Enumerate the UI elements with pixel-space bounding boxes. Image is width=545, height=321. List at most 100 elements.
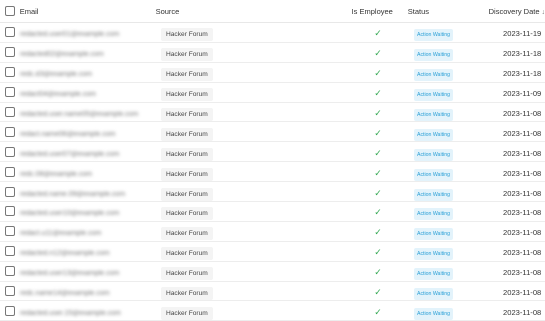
discovery-date-value: 2023-11-08 [486, 109, 541, 118]
column-header-is-employee[interactable]: Is Employee [343, 7, 402, 16]
table-row[interactable]: redc.08@example.comHacker Forum✓Action W… [0, 162, 545, 182]
status-badge[interactable]: Action Waiting [414, 129, 453, 141]
checkmark-icon: ✓ [374, 168, 382, 178]
column-header-discovery-date[interactable]: Discovery Date↓ [479, 7, 545, 16]
table-row[interactable]: redacted.user10@example.comHacker Forum✓… [0, 202, 545, 222]
source-tag: Hacker Forum [161, 247, 213, 260]
status-cell: Action Waiting [408, 202, 486, 220]
status-badge[interactable]: Action Waiting [414, 248, 453, 260]
source-cell: Hacker Forum [158, 202, 348, 220]
email-cell: redacted.user.15@example.com [20, 302, 158, 320]
date-cell: 2023-11-08 [486, 123, 545, 141]
status-badge[interactable]: Action Waiting [414, 149, 453, 161]
date-cell: 2023-11-08 [486, 143, 545, 161]
email-cell: redacted.user.name05@example.com [20, 103, 158, 121]
table-row[interactable]: redact.u11@example.comHacker Forum✓Actio… [0, 222, 545, 242]
checkmark-icon: ✓ [374, 227, 382, 237]
table-row[interactable]: redc.name14@example.comHacker Forum✓Acti… [0, 282, 545, 302]
discovery-date-value: 2023-11-08 [486, 288, 541, 297]
row-checkbox[interactable] [5, 87, 15, 97]
table-row[interactable]: redacted.user.name05@example.comHacker F… [0, 103, 545, 123]
status-cell: Action Waiting [408, 83, 486, 101]
row-checkbox[interactable] [5, 187, 15, 197]
status-cell: Action Waiting [408, 282, 486, 300]
date-cell: 2023-11-19 [486, 23, 545, 41]
email-cell: redc.name14@example.com [20, 282, 158, 300]
date-cell: 2023-11-18 [486, 43, 545, 61]
source-cell: Hacker Forum [158, 282, 348, 300]
row-checkbox[interactable] [5, 246, 15, 256]
arrow-down-icon[interactable]: ↓ [542, 9, 545, 16]
source-tag: Hacker Forum [161, 88, 213, 101]
status-badge[interactable]: Action Waiting [414, 288, 453, 300]
column-header-email[interactable]: Email [20, 7, 156, 16]
row-checkbox[interactable] [5, 266, 15, 276]
row-checkbox-cell [0, 246, 20, 256]
row-checkbox[interactable] [5, 286, 15, 296]
source-tag: Hacker Forum [161, 227, 213, 240]
row-checkbox[interactable] [5, 47, 15, 57]
status-cell: Action Waiting [408, 302, 486, 320]
table-row[interactable]: redacted02@example.comHacker Forum✓Actio… [0, 43, 545, 63]
status-cell: Action Waiting [408, 183, 486, 201]
status-badge[interactable]: Action Waiting [414, 89, 453, 101]
row-checkbox[interactable] [5, 147, 15, 157]
row-checkbox-cell [0, 27, 20, 37]
status-badge[interactable]: Action Waiting [414, 169, 453, 181]
table-row[interactable]: redacted.user13@example.com Hacker Forum ✓… [0, 262, 545, 282]
table-row[interactable]: redacted.name.09@example.comHacker Forum… [0, 182, 545, 202]
row-checkbox[interactable] [5, 67, 15, 77]
checkmark-icon: ✓ [374, 307, 382, 317]
table-row[interactable]: redact.name06@example.comHacker Forum✓Ac… [0, 122, 545, 142]
checkmark-icon: ✓ [374, 128, 382, 138]
status-badge[interactable]: Action Waiting [414, 308, 453, 320]
row-checkbox-cell [0, 147, 20, 157]
status-cell: Action Waiting [408, 63, 486, 81]
status-badge[interactable]: Action Waiting [414, 208, 453, 220]
row-checkbox[interactable] [5, 306, 15, 316]
column-header-status[interactable]: Status [402, 7, 479, 16]
select-all-checkbox[interactable] [5, 6, 15, 16]
table-row[interactable]: redact04@example.comHacker Forum✓Action … [0, 83, 545, 103]
is-employee-cell: ✓ [348, 163, 408, 181]
source-tag: Hacker Forum [161, 287, 213, 300]
table-row[interactable]: redacted.user.15@example.comHacker Forum… [0, 301, 545, 321]
email-value: redacted.user.name05@example.com [20, 111, 138, 118]
row-checkbox-cell [0, 226, 20, 236]
status-badge[interactable]: Action Waiting [414, 69, 453, 81]
status-badge[interactable]: Action Waiting [414, 109, 453, 121]
date-cell: 2023-11-18 [486, 63, 545, 81]
column-header-source[interactable]: Source [156, 7, 343, 16]
table-row[interactable]: redacted.user07@example.comHacker Forum✓… [0, 142, 545, 162]
table-row[interactable]: redacted.user01@example.comHacker Forum✓… [0, 23, 545, 43]
is-employee-cell: ✓ [348, 262, 408, 280]
status-badge[interactable]: Action Waiting [414, 189, 453, 201]
row-checkbox-cell [0, 286, 20, 296]
status-badge[interactable]: Action Waiting [414, 29, 453, 41]
discovery-date-value: 2023-11-08 [486, 149, 541, 158]
row-checkbox-cell [0, 127, 20, 137]
checkmark-icon: ✓ [374, 28, 382, 38]
row-checkbox[interactable] [5, 226, 15, 236]
source-tag: Hacker Forum [161, 267, 213, 280]
discovery-date-value: 2023-11-08 [486, 189, 541, 198]
discovery-date-value: 2023-11-09 [486, 89, 541, 98]
email-cell: redacted.user01@example.com [20, 23, 158, 41]
status-badge[interactable]: Action Waiting [414, 49, 453, 61]
status-badge[interactable]: Action Waiting [414, 268, 453, 280]
row-checkbox[interactable] [5, 127, 15, 137]
row-checkbox-cell [0, 107, 20, 117]
status-badge[interactable]: Action Waiting [414, 228, 453, 240]
checkmark-icon: ✓ [374, 48, 382, 58]
is-employee-cell: ✓ [348, 103, 408, 121]
row-checkbox[interactable] [5, 167, 15, 177]
table-row[interactable]: redacted.n12@example.comHacker Forum✓Act… [0, 242, 545, 262]
status-cell: Action Waiting [408, 242, 486, 260]
source-tag: Hacker Forum [161, 207, 213, 220]
source-cell: Hacker Forum [158, 163, 348, 181]
row-checkbox[interactable] [5, 107, 15, 117]
email-value: redacted.user13@example.com [20, 270, 119, 277]
table-row[interactable]: redc.d3@example.comHacker Forum✓Action W… [0, 63, 545, 83]
row-checkbox[interactable] [5, 27, 15, 37]
row-checkbox[interactable] [5, 206, 15, 216]
